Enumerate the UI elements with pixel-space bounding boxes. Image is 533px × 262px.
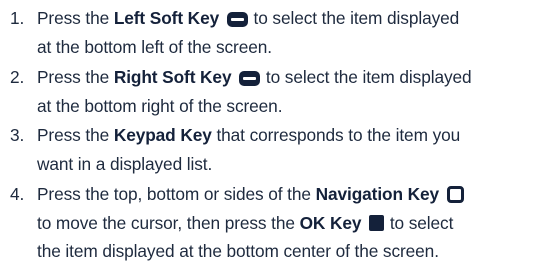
- key-name-right-soft-key: Right Soft Key: [113, 67, 232, 87]
- step-text-line: Press the Right Soft Key to select the i…: [37, 67, 472, 87]
- navigation-key-icon: [446, 186, 464, 203]
- step-text-line: at the bottom right of the screen.: [37, 96, 283, 116]
- step-text-line: want in a displayed list.: [37, 154, 213, 174]
- step-text-line: Press the Left Soft Key to select the it…: [37, 8, 460, 28]
- step-text-line: Press the top, bottom or sides of the Na…: [37, 183, 465, 205]
- step-text-line: at the bottom left of the screen.: [37, 37, 272, 57]
- instruction-list: 1. Press the Left Soft Key to select the…: [0, 0, 533, 261]
- ok-key-icon: [369, 215, 385, 231]
- step-text-line: Press the Keypad Key that corresponds to…: [37, 125, 461, 145]
- step-number: 3.: [10, 125, 25, 145]
- key-name-ok-key: OK Key: [299, 213, 362, 233]
- soft-key-icon: [226, 12, 248, 27]
- step-number: 1.: [10, 8, 25, 28]
- key-name-left-soft-key: Left Soft Key: [113, 8, 220, 28]
- step-number: 2.: [10, 67, 25, 87]
- soft-key-icon: [239, 71, 261, 86]
- step-text-line: to move the cursor, then press the OK Ke…: [37, 213, 454, 233]
- step-text-line: the item displayed at the bottom center …: [37, 241, 439, 261]
- key-name-navigation-key: Navigation Key: [315, 184, 440, 204]
- key-name-keypad-key: Keypad Key: [113, 125, 212, 145]
- step-number: 4.: [10, 184, 25, 204]
